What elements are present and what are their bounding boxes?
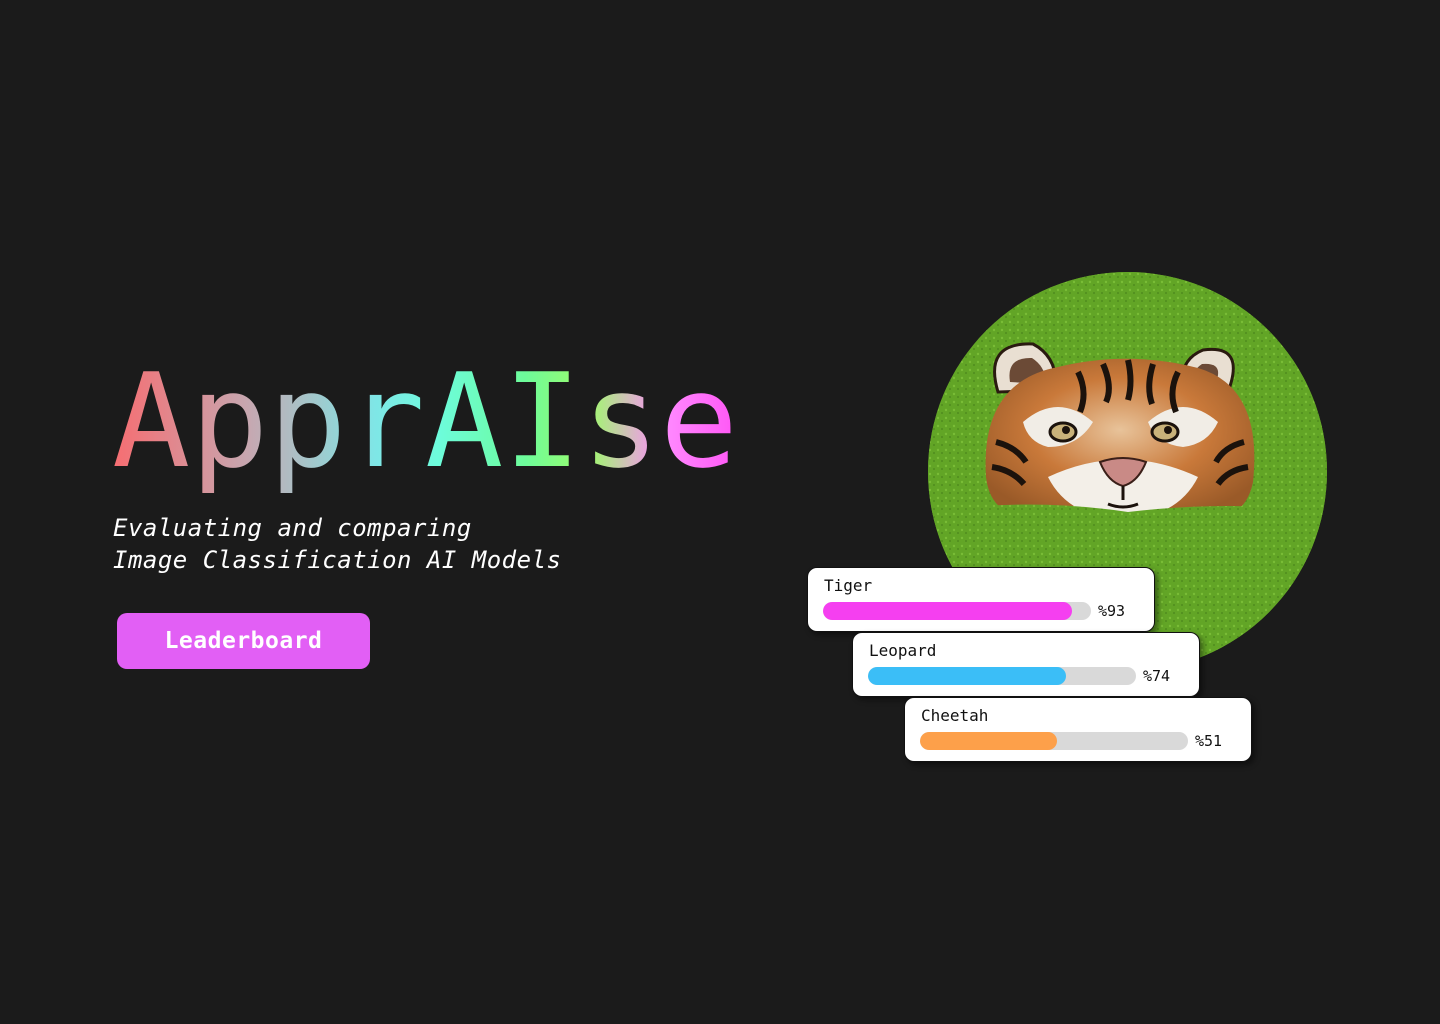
- confidence-value: %74: [1143, 667, 1171, 685]
- tagline-line-2: Image Classification AI Models: [113, 546, 562, 574]
- prediction-label: Tiger: [824, 576, 873, 595]
- confidence-bar: [920, 732, 1188, 750]
- confidence-bar: [823, 602, 1091, 620]
- app-logo: ApprAIse: [112, 345, 739, 497]
- prediction-card-cheetah: Cheetah %51: [904, 697, 1252, 762]
- tagline-line-1: Evaluating and comparing: [113, 514, 472, 542]
- confidence-value: %93: [1098, 602, 1126, 620]
- tagline: Evaluating and comparing Image Classific…: [113, 512, 561, 576]
- confidence-value: %51: [1195, 732, 1223, 750]
- confidence-bar-fill: [920, 732, 1057, 750]
- prediction-card-leopard: Leopard %74: [852, 632, 1200, 697]
- prediction-card-tiger: Tiger %93: [807, 567, 1155, 632]
- confidence-bar-fill: [868, 667, 1067, 685]
- prediction-label: Cheetah: [921, 706, 989, 725]
- prediction-label: Leopard: [869, 641, 937, 660]
- confidence-bar: [868, 667, 1136, 685]
- confidence-bar-fill: [823, 602, 1073, 620]
- leaderboard-button[interactable]: Leaderboard: [117, 613, 370, 669]
